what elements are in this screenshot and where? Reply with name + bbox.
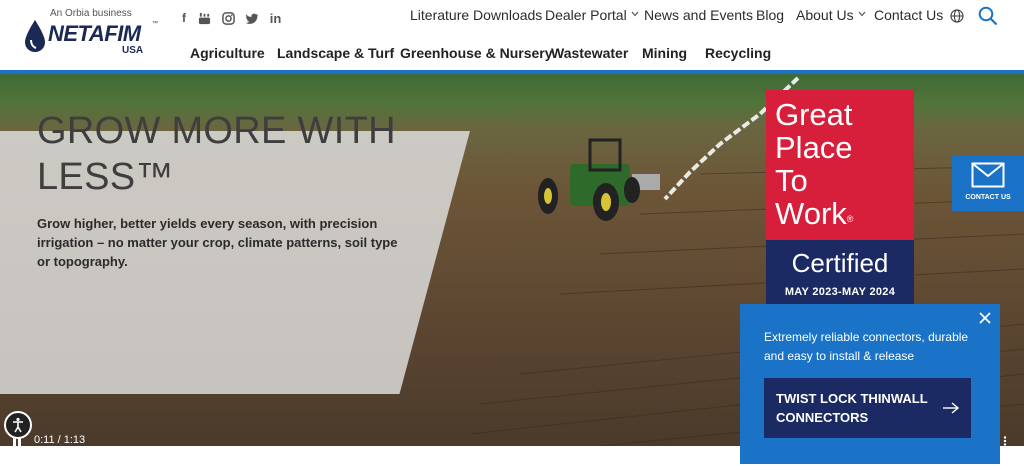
search-icon[interactable] (978, 6, 998, 26)
logo-country: USA (122, 45, 144, 56)
badge-line-4: Work (775, 196, 847, 231)
chevron-down-icon (858, 11, 866, 17)
badge-dates: MAY 2023-MAY 2024 (784, 286, 896, 298)
badge-line-4-wrap: Work® (775, 197, 853, 236)
accessibility-icon (13, 417, 23, 433)
nav-literature-downloads[interactable]: Literature Downloads (410, 7, 542, 23)
nav-about-us-label: About Us (796, 7, 854, 23)
badge-registered: ® (846, 214, 854, 224)
arrow-right-icon (943, 402, 960, 414)
badge-red-panel: Great Place To Work® (766, 90, 914, 240)
logo-wordmark: NETAFIM (48, 21, 141, 46)
nav-news-and-events[interactable]: News and Events (644, 7, 753, 23)
nav-blog[interactable]: Blog (756, 7, 784, 23)
badge-line-2: Place (775, 130, 853, 165)
close-icon[interactable] (978, 311, 992, 325)
contact-us-tab[interactable]: CONTACT US (952, 155, 1024, 211)
nav-contact-us[interactable]: Contact Us (874, 7, 943, 23)
badge-navy-panel: Certified MAY 2023-MAY 2024 (766, 240, 914, 306)
promo-popup: Extremely reliable connectors, durable a… (740, 304, 1000, 464)
badge-certified: Certified (791, 248, 889, 278)
twitter-icon[interactable] (245, 10, 259, 26)
nav-mining[interactable]: Mining (642, 45, 687, 61)
video-time: 0:11 / 1:13 (34, 434, 86, 446)
nav-landscape-turf[interactable]: Landscape & Turf (277, 45, 394, 61)
nav-agriculture[interactable]: Agriculture (190, 45, 265, 61)
facebook-icon[interactable]: f (178, 10, 190, 26)
nav-greenhouse-nursery[interactable]: Greenhouse & Nursery (400, 45, 553, 61)
contact-us-label: CONTACT US (965, 194, 1011, 201)
site-header: An Orbia business NETAFIM ™ USA f in Lit… (0, 0, 1024, 72)
netafim-logo[interactable]: An Orbia business NETAFIM ™ USA (22, 8, 162, 64)
logo-trademark: ™ (152, 21, 158, 27)
promo-cta-button[interactable]: TWIST LOCK THINWALL CONNECTORS (764, 378, 971, 438)
promo-text: Extremely reliable connectors, durable a… (764, 330, 969, 363)
accessibility-button[interactable] (4, 411, 32, 439)
logo-tagline: An Orbia business (50, 8, 132, 19)
nav-dealer-portal-label: Dealer Portal (545, 7, 627, 23)
nav-recycling[interactable]: Recycling (705, 45, 771, 61)
hero-description: Grow higher, better yields every season,… (37, 216, 398, 269)
youtube-icon[interactable] (197, 10, 211, 26)
badge-line-1: Great (775, 97, 853, 132)
badge-words: Great Place To Work® (775, 98, 853, 236)
tractor (538, 138, 660, 221)
envelope-icon (971, 162, 1005, 188)
chevron-down-icon (631, 11, 639, 17)
nav-about-us[interactable]: About Us (796, 7, 866, 23)
water-drop-icon (25, 20, 45, 52)
badge-line-3: To (775, 163, 808, 198)
great-place-to-work-badge: Great Place To Work® Certified MAY 2023-… (766, 90, 914, 306)
pause-icon[interactable] (12, 437, 22, 446)
more-options-icon[interactable] (1002, 436, 1008, 446)
promo-cta-label: TWIST LOCK THINWALL CONNECTORS (776, 391, 928, 425)
globe-icon[interactable] (950, 9, 964, 23)
hero-title: GROW MORE WITH LESS™ (37, 110, 396, 198)
nav-dealer-portal[interactable]: Dealer Portal (545, 7, 639, 23)
nav-wastewater[interactable]: Wastewater (551, 45, 628, 61)
instagram-icon[interactable] (221, 10, 235, 26)
linkedin-icon[interactable]: in (268, 10, 283, 26)
